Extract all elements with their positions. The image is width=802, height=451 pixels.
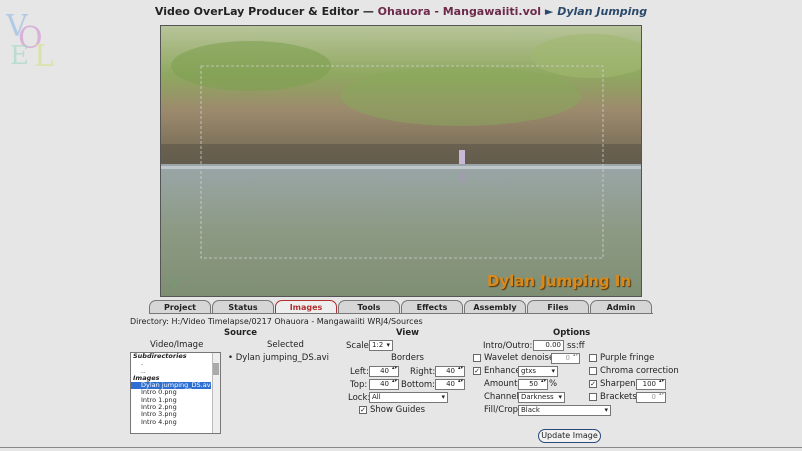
enhance-label: Enhance <box>484 366 521 376</box>
selected-label: Selected <box>267 340 304 350</box>
wavelet-denoise-stepper[interactable]: 0 <box>551 353 580 364</box>
intro-outro-label: Intro/Outro: <box>483 341 533 351</box>
listbox-scrollbar[interactable] <box>212 353 220 433</box>
wavelet-denoise-checkbox[interactable] <box>473 354 481 362</box>
fill-crop-select[interactable]: Black <box>518 405 611 416</box>
update-image-button[interactable]: Update Image <box>538 429 601 443</box>
svg-text:E: E <box>10 41 29 71</box>
directory-path: Directory: H:/Video Timelapse/0217 Ohauo… <box>130 317 423 326</box>
scale-select[interactable]: 1:2 <box>369 340 393 351</box>
chroma-correction-label: Chroma correction <box>600 366 679 376</box>
left-label: Left: <box>350 367 369 377</box>
app-title: Video OverLay Producer & Editor — <box>154 5 374 18</box>
amount-label: Amount: <box>484 379 521 389</box>
intro-outro-unit: ss:ff <box>567 341 585 351</box>
right-label: Right: <box>410 367 436 377</box>
options-heading: Options <box>553 328 591 338</box>
purple-fringe-checkbox[interactable] <box>589 354 597 362</box>
scale-label: Scale: <box>346 341 372 351</box>
show-guides-label: Show Guides <box>370 405 426 415</box>
right-border-stepper[interactable]: 40 <box>435 366 465 377</box>
project-name: Ohauora - Mangawaiiti.vol <box>377 5 542 18</box>
clip-name: Dylan Jumping <box>557 5 648 18</box>
bottom-border-stepper[interactable]: 40 <box>435 379 465 390</box>
tab-files[interactable]: Files <box>527 300 589 314</box>
brackets-label: Brackets: <box>600 392 640 402</box>
tab-tools[interactable]: Tools <box>338 300 400 314</box>
video-image-label: Video/Image <box>150 340 204 350</box>
bottom-label: Bottom: <box>401 380 436 390</box>
show-guides-checkbox[interactable]: ✓ <box>359 406 367 414</box>
tab-divider <box>149 313 653 314</box>
lock-label: Lock: <box>348 393 371 403</box>
tab-status[interactable]: Status <box>212 300 274 314</box>
channel-label: Channel: <box>484 392 522 402</box>
video-overlay-title: Dylan Jumping In <box>486 272 631 290</box>
top-label: Top: <box>350 380 368 390</box>
tab-project[interactable]: Project <box>149 300 211 314</box>
source-heading: Source <box>224 328 258 338</box>
svg-text:L: L <box>34 39 54 72</box>
file-listbox[interactable]: Subdirectories . .. Images Dylan jumping… <box>130 352 221 434</box>
brackets-checkbox[interactable] <box>589 393 597 401</box>
view-heading: View <box>396 328 419 338</box>
scrollbar-thumb[interactable] <box>213 363 219 375</box>
enhance-checkbox[interactable]: ✓ <box>473 367 481 375</box>
channel-select[interactable]: Darkness <box>518 392 565 403</box>
intro-outro-input[interactable]: 0.00 <box>533 340 564 351</box>
lock-select[interactable]: All <box>369 392 448 403</box>
svg-text:V: V <box>168 276 180 292</box>
list-group-subdirectories: Subdirectories <box>133 352 187 360</box>
tab-images[interactable]: Images <box>275 300 337 314</box>
enhance-select[interactable]: gtxs <box>518 366 558 377</box>
sharpen-stepper[interactable]: 100 <box>636 379 666 390</box>
borders-heading: Borders <box>391 353 424 363</box>
chroma-correction-checkbox[interactable] <box>589 367 597 375</box>
purple-fringe-label: Purple fringe <box>600 353 655 363</box>
left-border-stepper[interactable]: 40 <box>369 366 399 377</box>
wavelet-denoise-label: Wavelet denoise: <box>484 353 558 363</box>
tab-assembly[interactable]: Assembly <box>464 300 526 314</box>
selected-item[interactable]: • Dylan jumping_DS.avi <box>228 353 329 363</box>
amount-unit: % <box>549 379 558 389</box>
tab-admin[interactable]: Admin <box>590 300 652 314</box>
sharpen-label: Sharpen: <box>600 379 639 389</box>
list-item[interactable]: Intro 4.png <box>131 418 220 426</box>
sharpen-checkbox[interactable]: ✓ <box>589 380 597 388</box>
bottom-divider <box>0 447 802 448</box>
brackets-stepper[interactable]: 0 <box>636 392 666 403</box>
amount-stepper[interactable]: 50 <box>518 379 548 390</box>
tab-effects[interactable]: Effects <box>401 300 463 314</box>
fill-crop-label: Fill/Crop: <box>484 405 521 415</box>
breadcrumb-separator: ► <box>544 5 554 18</box>
page-title: Video OverLay Producer & Editor — Ohauor… <box>0 5 802 18</box>
image-preview[interactable]: V Dylan Jumping In <box>160 25 642 297</box>
top-border-stepper[interactable]: 40 <box>369 379 399 390</box>
